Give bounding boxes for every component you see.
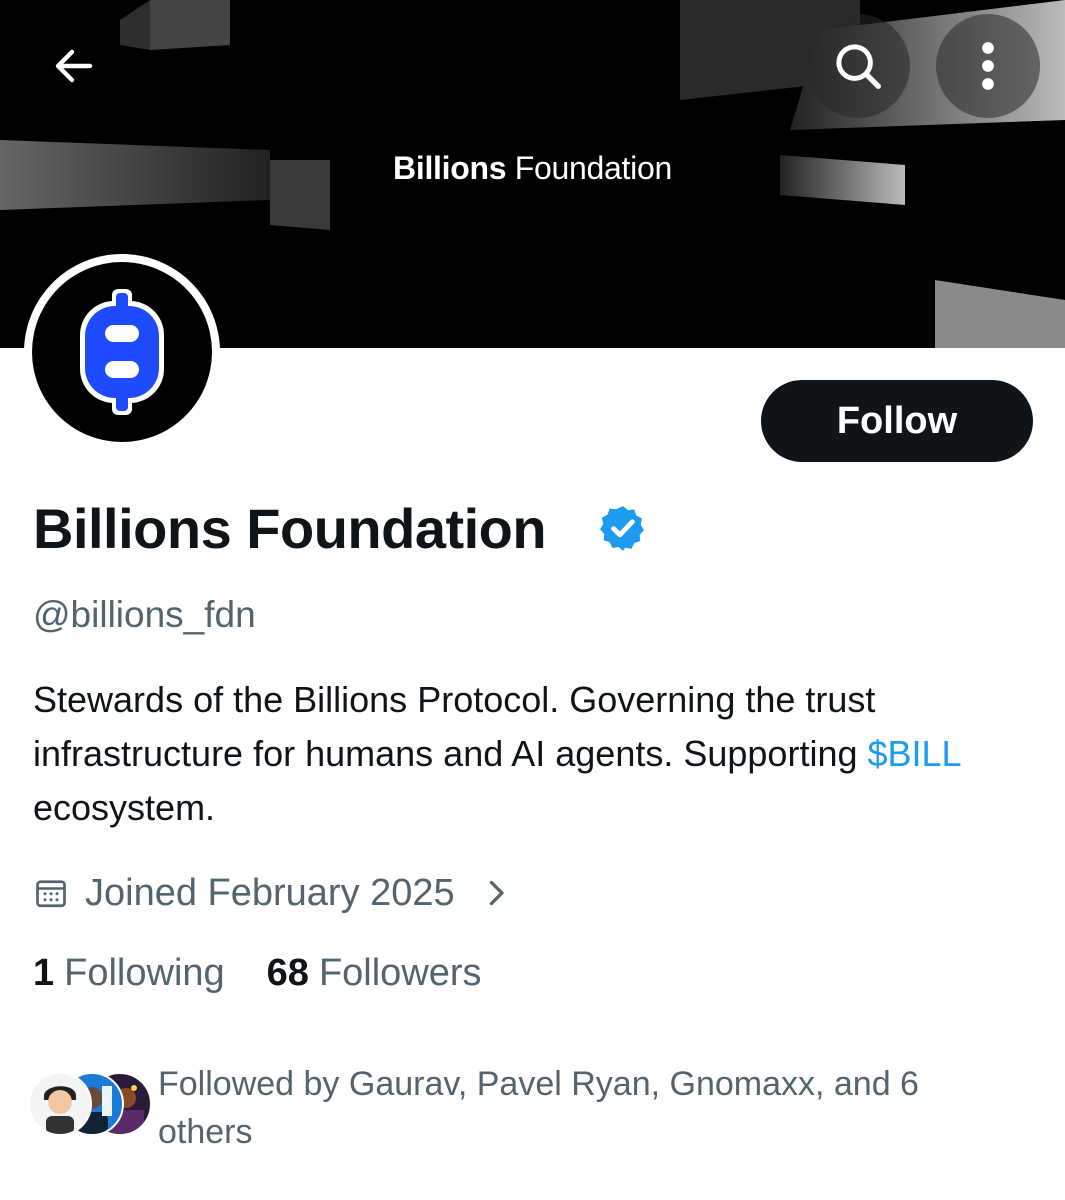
follow-button[interactable]: Follow <box>761 380 1033 462</box>
followers-label: Followers <box>318 952 482 994</box>
billions-logo-icon <box>80 289 164 415</box>
following-count: 1 <box>33 952 55 994</box>
avatar-logo <box>32 262 212 442</box>
following-stat[interactable]: 1 Following <box>33 952 225 995</box>
joined-date: Joined February 2025 <box>85 871 455 914</box>
search-button[interactable] <box>806 14 910 118</box>
followers-count: 68 <box>266 952 309 994</box>
following-label: Following <box>64 952 225 994</box>
banner-title-bold: Billions <box>393 150 507 186</box>
follow-stats: 1 Following 68 Followers <box>33 952 482 995</box>
back-button[interactable] <box>22 14 126 118</box>
chevron-right-icon <box>489 880 504 906</box>
display-name: Billions Foundation <box>33 497 547 560</box>
more-options-button[interactable] <box>936 14 1040 118</box>
follower-avatar-1 <box>28 1072 92 1136</box>
followed-by-text[interactable]: Followed by Gaurav, Pavel Ryan, Gnomaxx,… <box>158 1060 1018 1156</box>
profile-bio: Stewards of the Billions Protocol. Gover… <box>33 673 1043 835</box>
calendar-icon <box>36 880 66 908</box>
bio-text: Stewards of the Billions Protocol. Gover… <box>33 679 876 774</box>
bio-suffix: ecosystem. <box>33 787 216 828</box>
profile-avatar[interactable] <box>24 254 220 450</box>
search-icon <box>836 44 881 89</box>
banner-title-regular: Foundation <box>506 150 672 186</box>
more-vertical-icon <box>982 42 994 90</box>
joined-date-row[interactable]: Joined February 2025 <box>33 866 509 920</box>
verified-badge-icon[interactable] <box>598 503 648 553</box>
followers-stat[interactable]: 68 Followers <box>267 952 482 995</box>
followed-by-avatars[interactable] <box>28 1072 152 1136</box>
banner-title: Billions Foundation <box>0 150 1065 187</box>
bio-cashtag-link[interactable]: $BILL <box>868 733 961 774</box>
handle: @billions_fdn <box>33 594 256 635</box>
back-arrow-icon <box>55 49 93 83</box>
